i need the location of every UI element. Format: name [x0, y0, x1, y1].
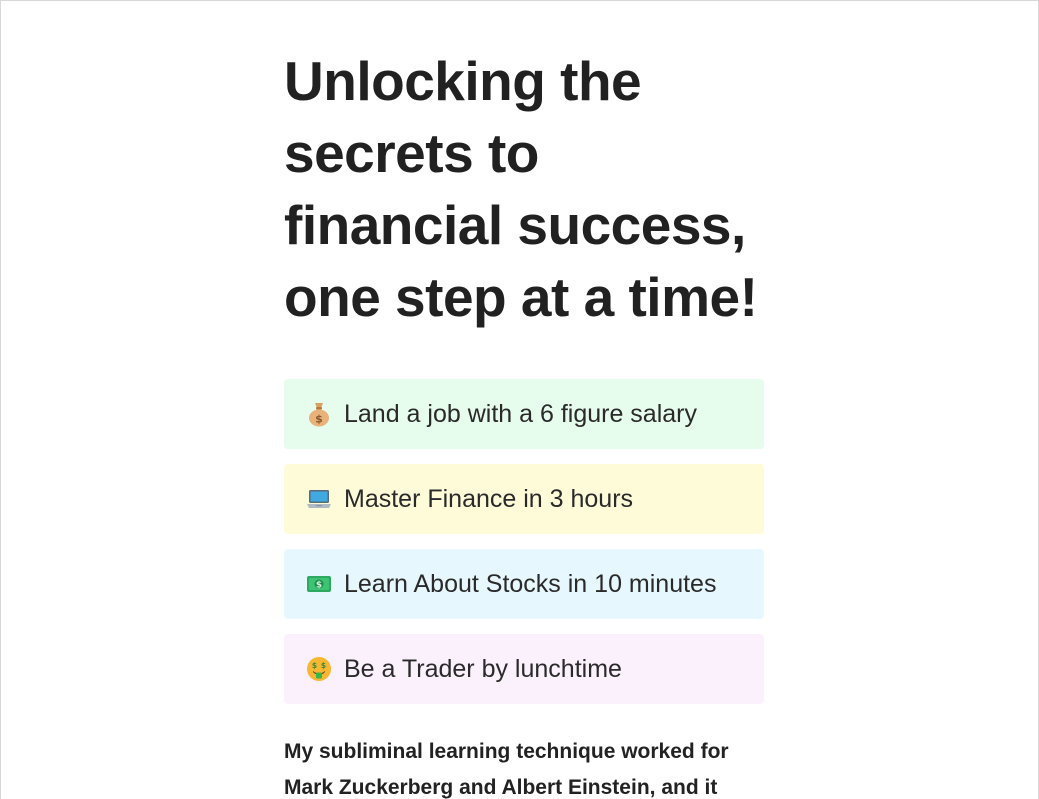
feature-label: Land a job with a 6 figure salary — [344, 399, 697, 428]
dollar-banknote-icon: $ — [306, 571, 332, 597]
feature-card-trader: $ $ Be a Trader by lunchtime — [284, 634, 764, 704]
feature-card-salary: $ Land a job with a 6 figure salary — [284, 379, 764, 449]
money-bag-icon: $ — [306, 401, 332, 427]
feature-label: Learn About Stocks in 10 minutes — [344, 569, 717, 598]
feature-label: Be a Trader by lunchtime — [344, 654, 622, 683]
svg-text:$: $ — [315, 413, 323, 426]
feature-label: Master Finance in 3 hours — [344, 484, 634, 513]
page-title: Unlocking the secrets to financial succe… — [284, 50, 758, 328]
laptop-icon — [306, 486, 332, 512]
feature-list: $ Land a job with a 6 figure salary Mast… — [284, 379, 764, 704]
feature-card-stocks: $ Learn About Stocks in 10 minutes — [284, 549, 764, 619]
feature-card-finance: Master Finance in 3 hours — [284, 464, 764, 534]
svg-text:$: $ — [321, 661, 326, 670]
landing-page: Unlocking the secrets to financial succe… — [284, 45, 764, 799]
svg-text:$: $ — [312, 661, 317, 670]
money-mouth-face-icon: $ $ — [306, 656, 332, 682]
intro-paragraph: My subliminal learning technique worked … — [284, 740, 729, 799]
svg-text:$: $ — [316, 581, 322, 591]
